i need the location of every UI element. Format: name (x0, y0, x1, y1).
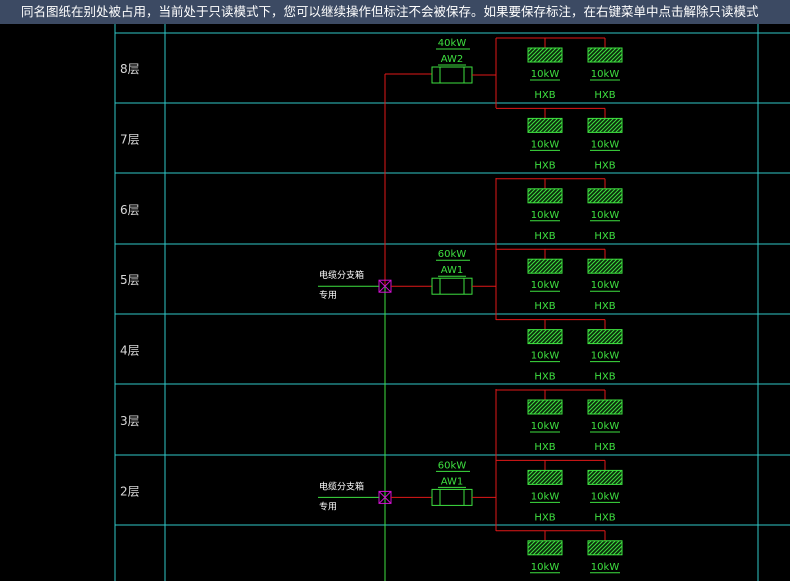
hxb-unit-box (527, 47, 563, 63)
unit-power-label: 10kW (531, 280, 560, 291)
hxb-unit-box (587, 540, 623, 556)
distribution-panel (431, 277, 473, 295)
floor-label: 2层 (120, 484, 140, 498)
unit-power-label: 10kW (591, 491, 620, 502)
unit-type-label: HXB (534, 90, 555, 101)
unit-power-label: 10kW (531, 210, 560, 221)
unit-power-label: 10kW (531, 491, 560, 502)
junction-box-title: 电缆分支箱 (319, 480, 364, 492)
floor-label: 5层 (120, 273, 140, 287)
hxb-unit-box (527, 188, 563, 204)
unit-type-label: HXB (534, 160, 555, 171)
hxb-unit-box (527, 469, 563, 485)
unit-type-label: HXB (594, 301, 615, 312)
hxb-unit-box (587, 117, 623, 133)
unit-type-label: HXB (534, 301, 555, 312)
floor-label: 4层 (120, 344, 140, 358)
floor-label: 3层 (120, 414, 140, 428)
junction-box-title: 电缆分支箱 (319, 269, 364, 281)
hxb-unit-box (587, 258, 623, 274)
unit-power-label: 10kW (531, 562, 560, 573)
panel-power-label: 60kW (438, 460, 467, 471)
panel-name-label: AW1 (441, 265, 464, 276)
hxb-unit-box (587, 399, 623, 415)
floor-label: 6层 (120, 203, 140, 217)
panel-name-label: AW1 (441, 476, 464, 487)
unit-type-label: HXB (534, 512, 555, 523)
distribution-panel (431, 488, 473, 506)
unit-power-label: 10kW (591, 139, 620, 150)
hxb-unit-box (587, 47, 623, 63)
hxb-unit-box (587, 188, 623, 204)
hxb-unit-box (527, 258, 563, 274)
hxb-unit-box (527, 540, 563, 556)
junction-box-note: 专用 (319, 500, 337, 512)
unit-type-label: HXB (594, 160, 615, 171)
panel-name-label: AW2 (441, 54, 464, 65)
unit-type-label: HXB (594, 442, 615, 453)
electrical-riser-diagram[interactable]: 8层7层6层5层4层3层2层电缆分支箱专用电缆分支箱专用40kWAW260kWA… (0, 0, 790, 581)
hxb-unit-box (587, 329, 623, 345)
hxb-unit-box (527, 117, 563, 133)
hxb-unit-box (527, 399, 563, 415)
unit-type-label: HXB (534, 372, 555, 383)
floor-label: 8层 (120, 62, 140, 76)
panel-power-label: 40kW (438, 38, 467, 49)
floor-label: 7层 (120, 132, 140, 146)
unit-power-label: 10kW (531, 139, 560, 150)
panel-power-label: 60kW (438, 249, 467, 260)
unit-power-label: 10kW (591, 421, 620, 432)
unit-power-label: 10kW (531, 421, 560, 432)
unit-type-label: HXB (594, 231, 615, 242)
unit-power-label: 10kW (591, 351, 620, 362)
unit-power-label: 10kW (591, 210, 620, 221)
unit-power-label: 10kW (591, 562, 620, 573)
unit-type-label: HXB (534, 231, 555, 242)
hxb-unit-box (587, 469, 623, 485)
unit-type-label: HXB (534, 442, 555, 453)
unit-type-label: HXB (594, 512, 615, 523)
unit-power-label: 10kW (591, 280, 620, 291)
unit-power-label: 10kW (531, 351, 560, 362)
junction-box-note: 专用 (319, 289, 337, 301)
unit-power-label: 10kW (531, 69, 560, 80)
distribution-panel (431, 66, 473, 84)
unit-type-label: HXB (594, 90, 615, 101)
unit-power-label: 10kW (591, 69, 620, 80)
unit-type-label: HXB (594, 372, 615, 383)
hxb-unit-box (527, 329, 563, 345)
